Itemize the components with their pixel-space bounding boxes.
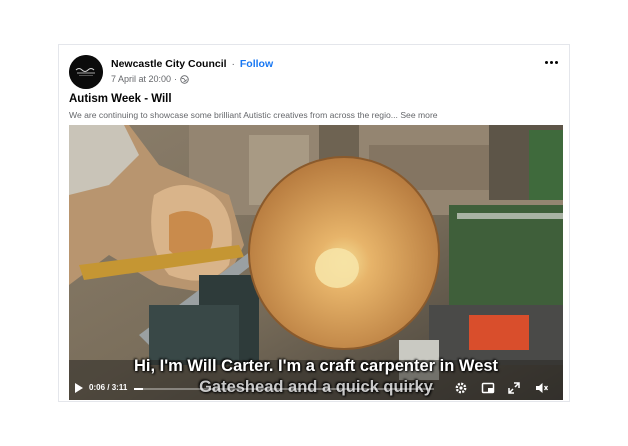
post-meta: 7 April at 20:00 · [111,74,189,84]
duration: 3:11 [111,383,128,392]
progress-bar[interactable] [134,388,434,390]
post-card: Newcastle City Council · Follow 7 April … [58,44,570,402]
video-player[interactable]: Hi, I'm Will Carter. I'm a craft carpent… [69,125,563,400]
volume-icon[interactable] [535,381,549,395]
current-time: 0:06 [89,383,106,392]
progress-fill [134,388,144,390]
video-controls: 0:06 / 3:11 [69,378,563,400]
council-logo-icon [69,55,103,89]
play-icon[interactable] [75,383,83,393]
timecode: 0:06 / 3:11 [89,383,127,392]
header-separator: · [231,58,235,70]
post-title: Autism Week - Will [69,93,172,105]
subtitle-line-1: Hi, I'm Will Carter. I'm a craft carpent… [133,357,499,375]
post-text: We are continuing to showcase some brill… [69,110,564,120]
globe-icon [180,74,189,84]
more-options-icon[interactable] [541,55,561,69]
page-name-link[interactable]: Newcastle City Council [111,58,227,70]
post-timestamp[interactable]: 7 April at 20:00 [111,74,171,84]
fullscreen-icon[interactable] [507,381,521,395]
picture-in-picture-icon[interactable] [481,381,495,395]
meta-separator: · [174,74,178,84]
follow-button[interactable]: Follow [240,58,273,70]
avatar[interactable] [69,55,103,89]
post-header: Newcastle City Council · Follow [111,58,273,70]
time-separator: / [107,383,110,392]
settings-icon[interactable] [454,381,468,395]
post-body: We are continuing to showcase some brill… [69,110,398,120]
see-more-link[interactable]: See more [400,110,437,120]
